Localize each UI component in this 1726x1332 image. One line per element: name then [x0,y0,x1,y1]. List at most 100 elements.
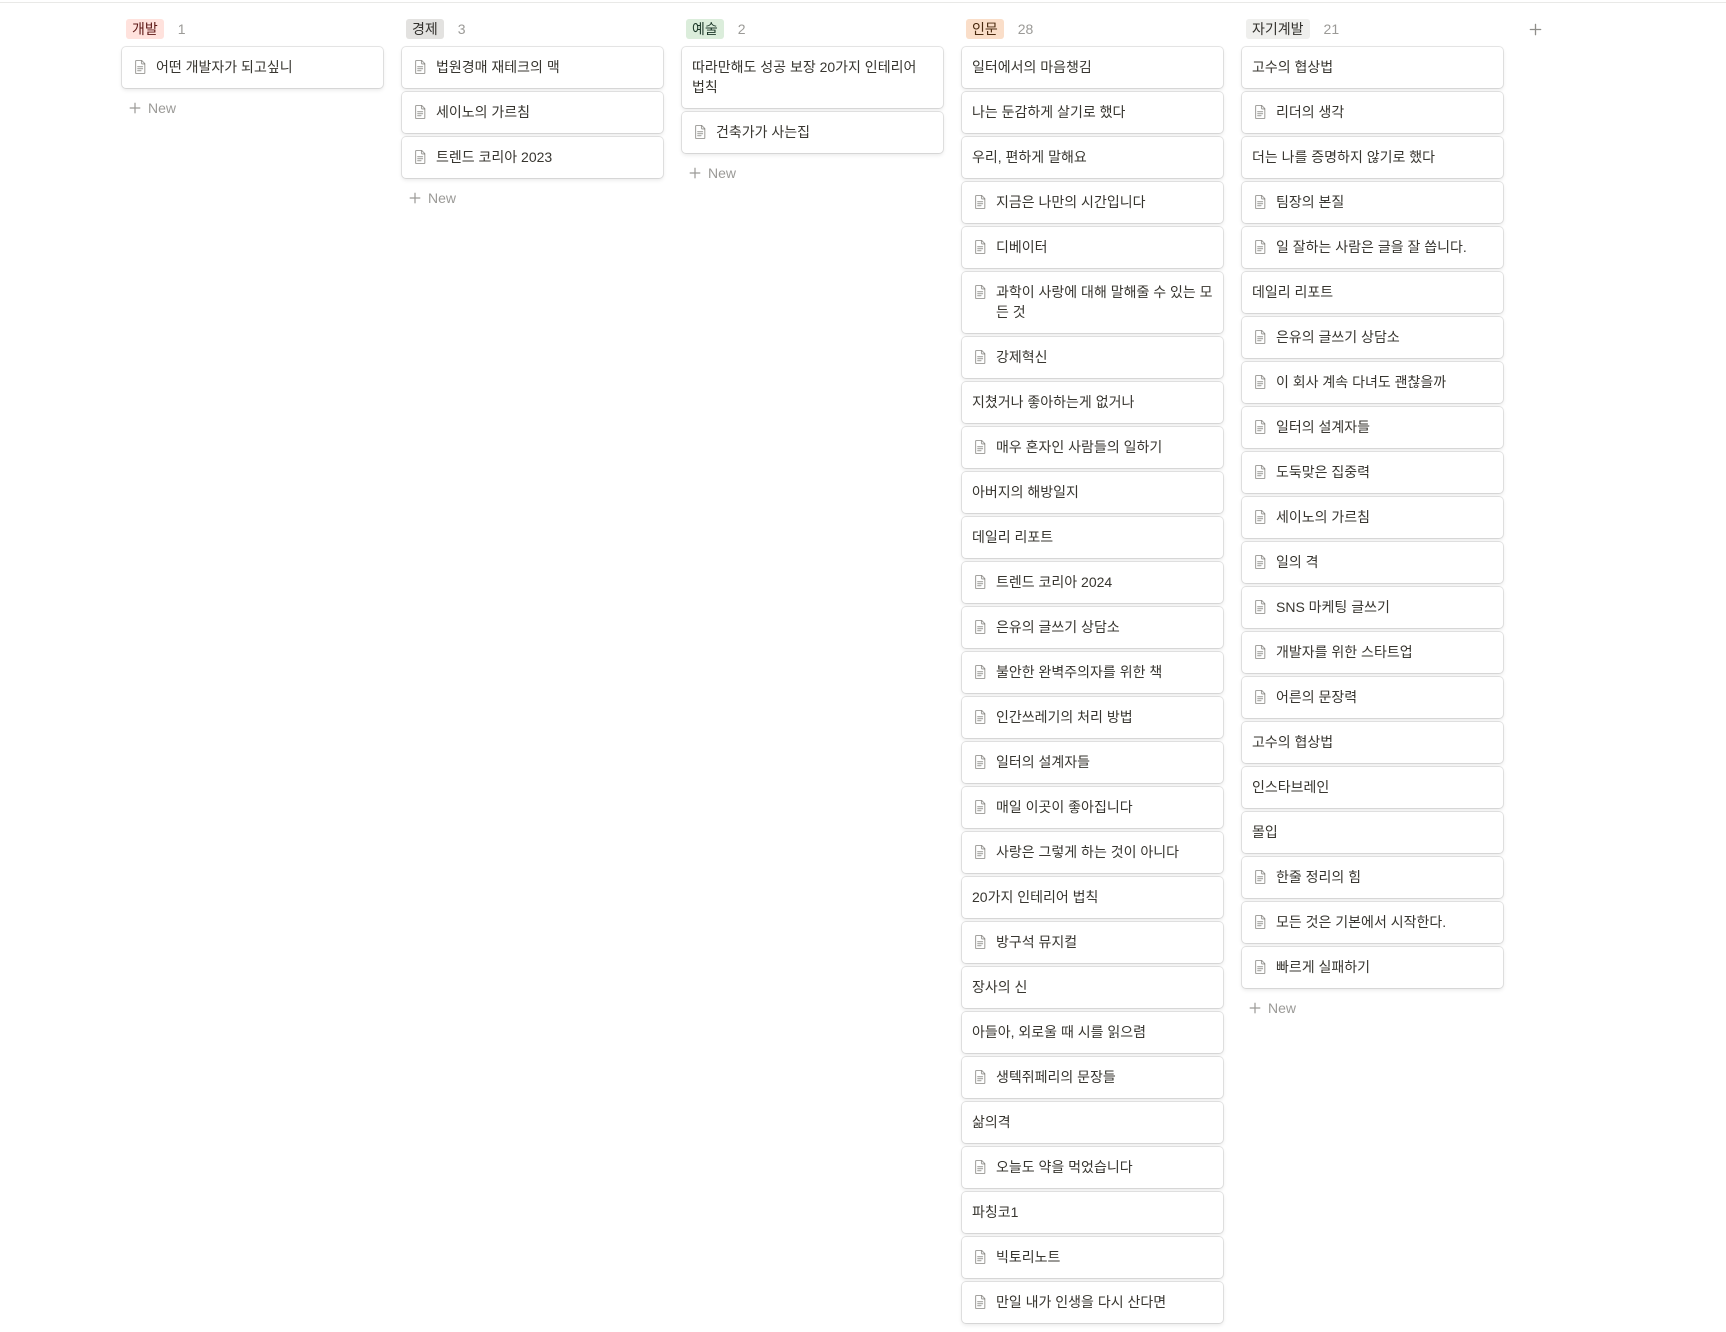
group-header[interactable]: 예술 2 [682,18,943,40]
card-title: 트렌드 코리아 2023 [436,149,553,165]
board-card[interactable]: 일 잘하는 사람은 글을 잘 씁니다. [1242,227,1503,268]
new-label: New [148,100,177,116]
group-count: 2 [737,21,746,37]
board-card[interactable]: 고수의 협상법 [1242,722,1503,763]
card-title: 20가지 인테리어 법칙 [972,889,1099,905]
board-card[interactable]: 더는 나를 증명하지 않기로 했다 [1242,137,1503,178]
card-title: 데일리 리포트 [1252,284,1334,300]
board-card[interactable]: 데일리 리포트 [1242,272,1503,313]
board-card[interactable]: 법원경매 재테크의 맥 [402,47,663,88]
board-card[interactable]: 팀장의 본질 [1242,182,1503,223]
card-title: 세이노의 가르침 [1276,509,1371,525]
page-icon [972,282,988,302]
board-card[interactable]: 파칭코1 [962,1192,1223,1233]
board-card[interactable]: 나는 둔감하게 살기로 했다 [962,92,1223,133]
board-card[interactable]: 빅토리노트 [962,1237,1223,1278]
card-title: 도둑맞은 집중력 [1276,464,1371,480]
board-card[interactable]: 일터의 설계자들 [962,742,1223,783]
board-card[interactable]: 어떤 개발자가 되고싶니 [122,47,383,88]
new-label: New [708,165,737,181]
board-card[interactable]: 세이노의 가르침 [1242,497,1503,538]
card-title: 법원경매 재테크의 맥 [436,59,560,75]
board-card[interactable]: 건축가가 사는집 [682,112,943,153]
board-card[interactable]: 우리, 편하게 말해요 [962,137,1223,178]
page-icon [972,842,988,862]
plus-icon [128,101,142,115]
board-card[interactable]: 사랑은 그렇게 하는 것이 아니다 [962,832,1223,873]
board-card[interactable]: 20가지 인테리어 법칙 [962,877,1223,918]
board-card[interactable]: 트렌드 코리아 2024 [962,562,1223,603]
board-card[interactable]: 리더의 생각 [1242,92,1503,133]
add-group-button[interactable] [1521,15,1549,43]
board-card[interactable]: 고수의 협상법 [1242,47,1503,88]
card-title: 지쳤거나 좋아하는게 없거나 [972,394,1135,410]
board-card[interactable]: 한줄 정리의 힘 [1242,857,1503,898]
group-header[interactable]: 경제 3 [402,18,663,40]
column-self-development: 자기계발 21 고수의 협상법 리더의 생각 더는 나를 증명하지 않기로 했다… [1242,0,1503,1024]
board-card[interactable]: 은유의 글쓰기 상담소 [962,607,1223,648]
page-icon [972,1157,988,1177]
new-card-button[interactable]: New [122,92,383,124]
card-title: 더는 나를 증명하지 않기로 했다 [1252,149,1435,165]
board-card[interactable]: 몰입 [1242,812,1503,853]
board-card[interactable]: 인간쓰레기의 처리 방법 [962,697,1223,738]
card-title: 불안한 완벽주의자를 위한 책 [996,664,1163,680]
board-card[interactable]: 어른의 문장력 [1242,677,1503,718]
board-card[interactable]: 지금은 나만의 시간입니다 [962,182,1223,223]
board-card[interactable]: 생텍쥐페리의 문장들 [962,1057,1223,1098]
board-card[interactable]: 과학이 사랑에 대해 말해줄 수 있는 모든 것 [962,272,1223,333]
card-title: 매일 이곳이 좋아집니다 [996,799,1133,815]
board-card[interactable]: 도둑맞은 집중력 [1242,452,1503,493]
card-title: 일터에서의 마음챙김 [972,59,1092,75]
board-card[interactable]: 일터에서의 마음챙김 [962,47,1223,88]
board-card[interactable]: 아버지의 해방일지 [962,472,1223,513]
board-card[interactable]: SNS 마케팅 글쓰기 [1242,587,1503,628]
board-card[interactable]: 개발자를 위한 스타트업 [1242,632,1503,673]
card-title: 팀장의 본질 [1276,194,1345,210]
page-icon [1252,867,1268,887]
new-card-button[interactable]: New [682,157,943,189]
board-card[interactable]: 방구석 뮤지컬 [962,922,1223,963]
board-card[interactable]: 인스타브레인 [1242,767,1503,808]
board-card[interactable]: 지쳤거나 좋아하는게 없거나 [962,382,1223,423]
page-icon [1252,327,1268,347]
board-card[interactable]: 불안한 완벽주의자를 위한 책 [962,652,1223,693]
board-card[interactable]: 트렌드 코리아 2023 [402,137,663,178]
board-card[interactable]: 이 회사 계속 다녀도 괜찮을까 [1242,362,1503,403]
page-icon [972,437,988,457]
card-title: 고수의 협상법 [1252,59,1334,75]
board-card[interactable]: 데일리 리포트 [962,517,1223,558]
group-header[interactable]: 개발 1 [122,18,383,40]
board-card[interactable]: 따라만해도 성공 보장 20가지 인테리어 법칙 [682,47,943,108]
board-card[interactable]: 일의 격 [1242,542,1503,583]
board-card[interactable]: 빠르게 실패하기 [1242,947,1503,988]
group-header[interactable]: 인문 28 [962,18,1223,40]
board-card[interactable]: 만일 내가 인생을 다시 산다면 [962,1282,1223,1323]
board-card[interactable]: 매우 혼자인 사람들의 일하기 [962,427,1223,468]
board-card[interactable]: 세이노의 가르침 [402,92,663,133]
page-icon [972,1067,988,1087]
card-title: 빠르게 실패하기 [1276,959,1371,975]
page-icon [972,617,988,637]
board-card[interactable]: 은유의 글쓰기 상담소 [1242,317,1503,358]
board-card[interactable]: 디베이터 [962,227,1223,268]
group-header[interactable]: 자기계발 21 [1242,18,1503,40]
board-card[interactable]: 강제혁신 [962,337,1223,378]
board-card[interactable]: 장사의 신 [962,967,1223,1008]
board-card[interactable]: 오늘도 약을 먹었습니다 [962,1147,1223,1188]
board-card[interactable]: 모든 것은 기본에서 시작한다. [1242,902,1503,943]
board-card[interactable]: 일터의 설계자들 [1242,407,1503,448]
page-icon [412,57,428,77]
board-card[interactable]: 매일 이곳이 좋아집니다 [962,787,1223,828]
card-title: 세이노의 가르침 [436,104,531,120]
page-icon [1252,957,1268,977]
group-count: 3 [457,21,466,37]
board-card[interactable]: 삶의격 [962,1102,1223,1143]
card-title: 모든 것은 기본에서 시작한다. [1276,914,1447,930]
board-card[interactable]: 아들아, 외로울 때 시를 읽으렴 [962,1012,1223,1053]
card-title: 나는 둔감하게 살기로 했다 [972,104,1126,120]
column-economy: 경제 3 법원경매 재테크의 맥 세이노의 가르침 트렌드 코리아 2023 N… [402,0,663,214]
page-icon [412,102,428,122]
new-card-button[interactable]: New [1242,992,1503,1024]
new-card-button[interactable]: New [402,182,663,214]
